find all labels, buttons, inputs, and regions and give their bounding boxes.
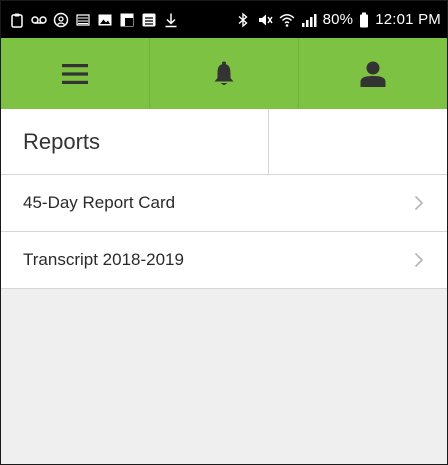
notifications-button[interactable] xyxy=(150,38,299,109)
status-bar: 80% 12:01 PM xyxy=(1,1,447,38)
drawer-icon xyxy=(141,12,157,28)
bluetooth-icon xyxy=(235,11,251,28)
menu-icon xyxy=(62,63,88,85)
status-bar-notifications xyxy=(9,12,179,28)
image-icon xyxy=(97,12,113,28)
page-title: Reports xyxy=(1,109,269,174)
app-screen: 80% 12:01 PM Reports 45-Day Report Card … xyxy=(0,0,448,465)
clipboard-icon xyxy=(9,12,25,28)
at-icon xyxy=(53,12,69,28)
battery-percentage: 80% xyxy=(322,11,354,28)
list-item-label: Transcript 2018-2019 xyxy=(23,250,184,269)
section-header-spacer xyxy=(269,109,447,174)
status-bar-system: 80% 12:01 PM xyxy=(235,11,441,28)
download-icon xyxy=(163,12,179,28)
battery-icon xyxy=(359,12,369,28)
list-item-report-card[interactable]: 45-Day Report Card xyxy=(1,175,447,232)
chevron-right-icon xyxy=(413,195,425,211)
sim-icon xyxy=(75,12,91,28)
wifi-icon xyxy=(279,12,295,28)
list-item-label: 45-Day Report Card xyxy=(23,193,176,212)
chevron-right-icon xyxy=(413,252,425,268)
bell-icon xyxy=(214,61,234,87)
mute-icon xyxy=(257,12,273,28)
section-header: Reports xyxy=(1,109,447,175)
flipboard-icon xyxy=(119,12,135,28)
voicemail-icon xyxy=(31,12,47,28)
status-time: 12:01 PM xyxy=(375,11,441,28)
user-icon xyxy=(360,61,386,87)
signal-icon xyxy=(301,12,317,28)
menu-button[interactable] xyxy=(1,38,150,109)
list-item-transcript[interactable]: Transcript 2018-2019 xyxy=(1,232,447,289)
reports-panel: Reports 45-Day Report Card Transcript 20… xyxy=(1,109,447,289)
app-header xyxy=(1,38,447,109)
profile-button[interactable] xyxy=(299,38,447,109)
